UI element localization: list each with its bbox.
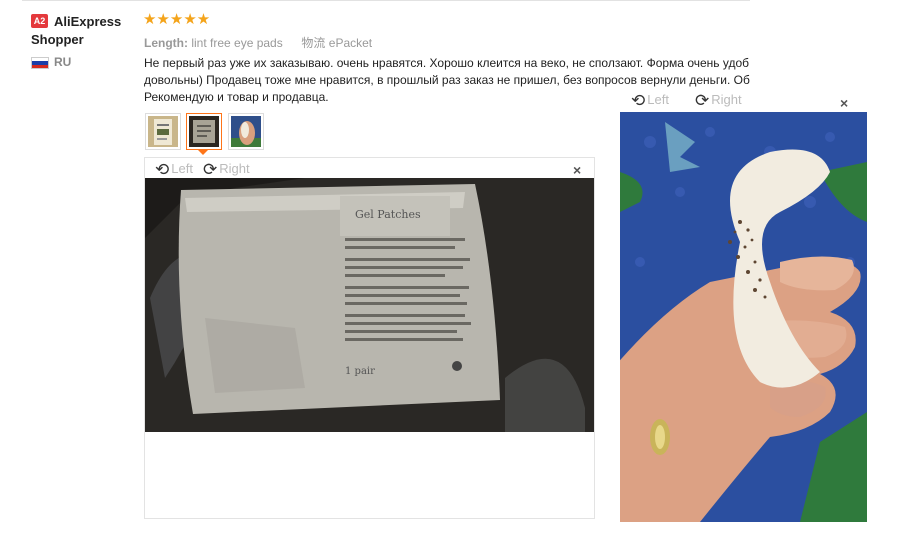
side-rotate-left-label: Left [647,92,669,107]
thumbnail-active-caret [198,150,208,155]
rotate-left-button[interactable]: ⟲ Left [155,160,193,180]
rotate-right-icon: ⟳ [203,160,218,179]
photo-package-image: Gel Patches 1 pair [145,178,594,432]
image-viewer-side: ⟲ Left ⟳ Right × [619,88,868,523]
photo-hand-image [620,112,867,522]
side-rotate-right-button[interactable]: ⟳ Right [695,91,742,111]
review-text-line: довольны) Продавец тоже мне нравится, в … [144,73,750,87]
package-title-text: Gel Patches [355,208,421,221]
side-rotate-left-button[interactable]: ⟲ Left [631,91,669,111]
reviewer-country: RU [54,55,72,69]
thumbnail-3-image [231,116,261,147]
russia-flag-icon [31,57,49,69]
rotate-right-label: Right [219,161,250,176]
rotate-left-icon: ⟲ [155,160,170,179]
thumbnail-1[interactable] [145,113,181,150]
rating-stars: ★★★★★ [143,11,211,28]
attr-shipping-value: ePacket [328,36,373,50]
thumbnail-2[interactable] [186,113,222,150]
side-rotate-right-label: Right [711,92,742,107]
reviewer-level-badge: A2 [31,14,48,28]
image-viewer-main: ⟲ Left ⟳ Right × Gel Patches 1 pair [144,157,595,519]
attr-length-value: lint free eye pads [191,36,283,50]
thumbnail-1-image [148,116,178,147]
review-photo-hand [620,112,867,522]
top-divider [22,0,750,1]
rotate-left-label: Left [171,161,193,176]
attr-shipping-label: 物流 [301,36,326,50]
review-photo-package: Gel Patches 1 pair [145,178,594,432]
package-footer-text: 1 pair [345,366,375,377]
rotate-left-icon: ⟲ [631,91,646,110]
side-close-viewer-button[interactable]: × [840,95,848,111]
thumbnail-3[interactable] [228,113,264,150]
attr-length-label: Length: [144,36,188,50]
close-viewer-button[interactable]: × [573,162,581,178]
rotate-right-button[interactable]: ⟳ Right [203,160,250,180]
thumbnail-2-image [189,116,219,147]
review-attributes: Length: lint free eye pads 物流 ePacket [144,34,372,51]
rotate-right-icon: ⟳ [695,91,710,110]
review-text-line: Не первый раз уже их заказываю. очень нр… [144,56,750,70]
